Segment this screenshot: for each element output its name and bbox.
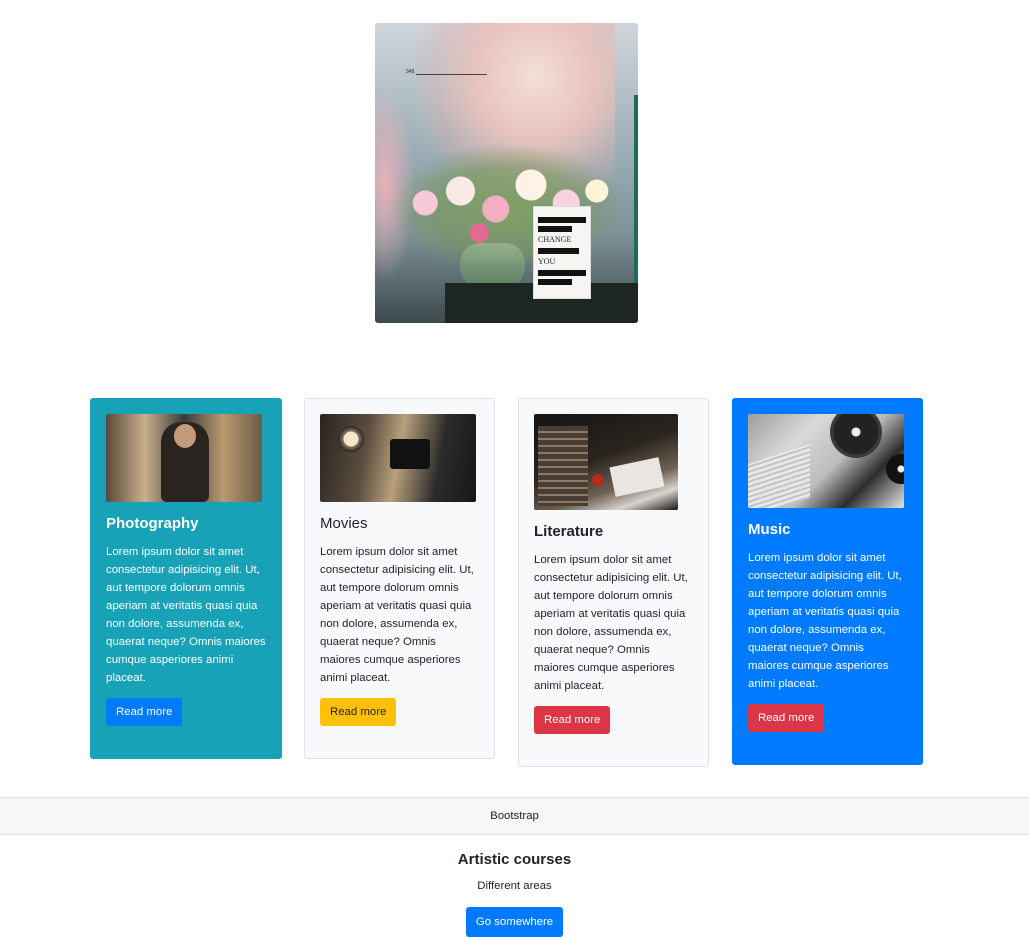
button-wrap: Go somewhere <box>0 897 1029 937</box>
turntable-laptop-image-icon <box>748 414 904 508</box>
card-photography: Photography Lorem ipsum dolor sit amet c… <box>90 398 282 759</box>
read-more-button[interactable]: Read more <box>106 698 183 726</box>
card-literature: Literature Lorem ipsum dolor sit amet co… <box>518 398 709 767</box>
card-title: Photography <box>106 515 199 532</box>
magazine-rule <box>405 74 487 75</box>
card-movies: Movies Lorem ipsum dolor sit amet consec… <box>304 398 495 759</box>
read-more-button[interactable]: Read more <box>320 698 397 726</box>
card-title: Music <box>748 521 791 538</box>
card-music: Music Lorem ipsum dolor sit amet consect… <box>732 398 923 765</box>
read-more-button[interactable]: Read more <box>534 706 611 734</box>
card-header: Bootstrap <box>0 797 1029 835</box>
card-text: Lorem ipsum dolor sit amet consectetur a… <box>534 554 688 692</box>
card-text: Lorem ipsum dolor sit amet consectetur a… <box>320 546 474 684</box>
photographer-image-icon <box>106 414 262 502</box>
book-word-you: YOU <box>538 257 556 266</box>
read-more-button[interactable]: Read more <box>748 704 825 732</box>
card-title: Artistic courses <box>457 851 572 868</box>
card-text: Different areas <box>477 880 552 892</box>
film-camera-image-icon <box>320 414 476 502</box>
card-title: Movies <box>320 515 368 532</box>
magazine-page-number: 348 <box>404 69 417 75</box>
hero-image: 348 CHANGE YOU <box>375 23 638 323</box>
books-desk-image-icon <box>534 414 678 510</box>
card-title: Literature <box>534 523 604 540</box>
card-text: Lorem ipsum dolor sit amet consectetur a… <box>106 546 266 684</box>
go-somewhere-button[interactable]: Go somewhere <box>465 907 564 937</box>
page: 348 CHANGE YOU Photography Lorem ipsum d… <box>0 0 1029 938</box>
book-cover: CHANGE YOU <box>533 206 591 299</box>
card-text: Lorem ipsum dolor sit amet consectetur a… <box>748 552 902 690</box>
book-word-change: CHANGE <box>538 235 572 244</box>
